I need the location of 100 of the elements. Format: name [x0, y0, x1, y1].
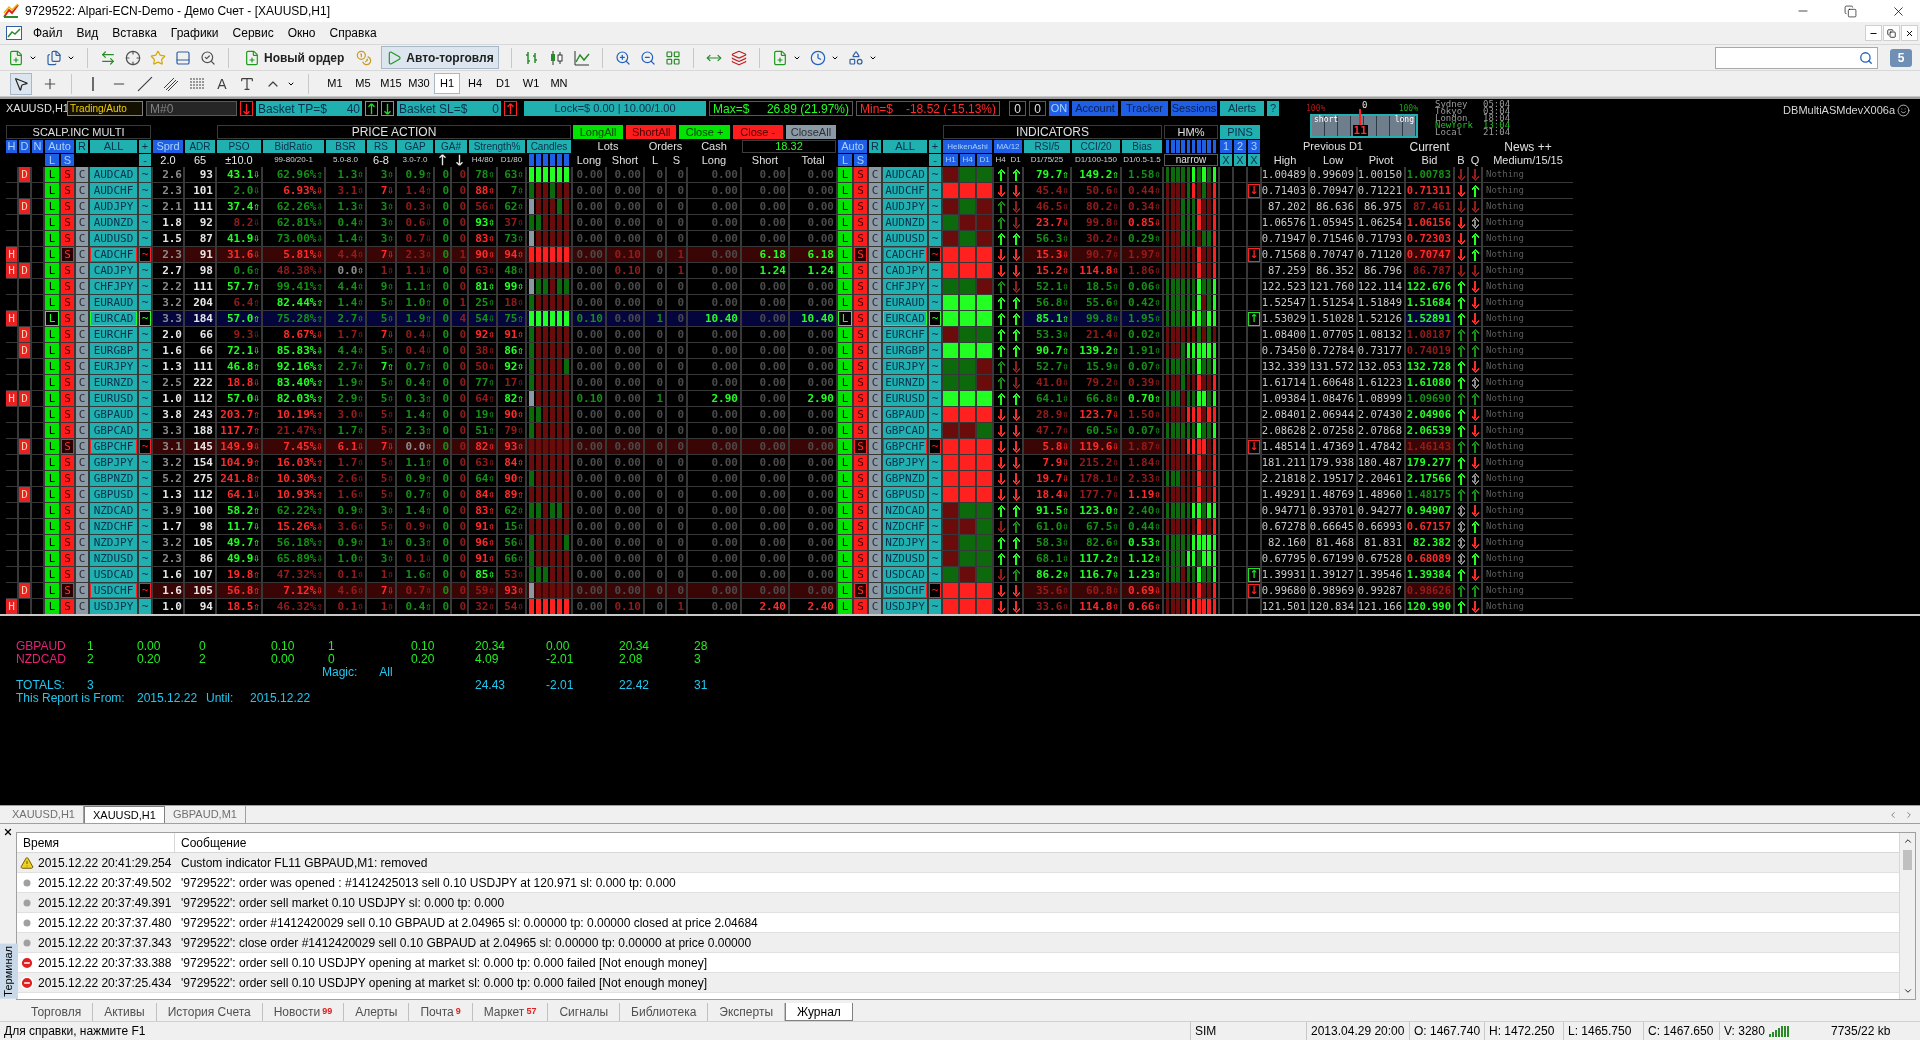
- sell-button[interactable]: S: [854, 215, 867, 230]
- symbol-button[interactable]: CADJPY: [90, 263, 137, 278]
- sell-button[interactable]: S: [61, 439, 74, 454]
- sell-button[interactable]: S: [61, 423, 74, 438]
- sell-button[interactable]: S: [61, 327, 74, 342]
- close-order-button[interactable]: C: [76, 455, 88, 470]
- sell-button[interactable]: S: [61, 263, 74, 278]
- chart-button[interactable]: ~: [139, 471, 151, 486]
- close-order-button[interactable]: C: [76, 295, 88, 310]
- sell-button[interactable]: S: [61, 359, 74, 374]
- chart-button[interactable]: ~: [139, 487, 151, 502]
- close-order-button[interactable]: C: [76, 391, 88, 406]
- chart-button[interactable]: ~: [139, 215, 151, 230]
- sell-button[interactable]: S: [61, 295, 74, 310]
- chart-button[interactable]: ~: [929, 199, 941, 214]
- symbol-button[interactable]: NZDJPY: [883, 535, 927, 550]
- buy-button[interactable]: L: [838, 295, 852, 310]
- close-order-button[interactable]: C: [869, 247, 881, 262]
- sell-button[interactable]: S: [61, 455, 74, 470]
- chart-button[interactable]: ~: [139, 407, 151, 422]
- panel-button[interactable]: Sessions: [1171, 101, 1217, 116]
- close-order-button[interactable]: C: [869, 199, 881, 214]
- buy-button[interactable]: L: [45, 215, 59, 230]
- close-order-button[interactable]: C: [869, 343, 881, 358]
- buy-button[interactable]: L: [45, 343, 59, 358]
- on-button[interactable]: ON: [1049, 101, 1069, 116]
- symbol-button[interactable]: EURUSD: [883, 391, 927, 406]
- close-order-button[interactable]: C: [869, 279, 881, 294]
- buy-button[interactable]: L: [838, 311, 852, 326]
- sell-button[interactable]: S: [854, 199, 867, 214]
- buy-button[interactable]: L: [45, 471, 59, 486]
- chart-button[interactable]: ~: [139, 295, 151, 310]
- line-chart-icon[interactable]: [573, 49, 590, 66]
- chart-button[interactable]: ~: [929, 471, 941, 486]
- symbol-button[interactable]: CADJPY: [883, 263, 927, 278]
- toggle-button[interactable]: S: [854, 154, 867, 166]
- buy-button[interactable]: L: [45, 519, 59, 534]
- sell-button[interactable]: S: [854, 535, 867, 550]
- chart-button[interactable]: ~: [929, 567, 941, 582]
- sell-button[interactable]: S: [61, 215, 74, 230]
- chart-button[interactable]: ~: [139, 519, 151, 534]
- sell-button[interactable]: S: [854, 407, 867, 422]
- symbol-button[interactable]: EURCAD: [883, 311, 927, 326]
- buy-button[interactable]: L: [838, 551, 852, 566]
- buy-button[interactable]: L: [838, 519, 852, 534]
- sell-button[interactable]: S: [61, 519, 74, 534]
- close-order-button[interactable]: C: [869, 599, 881, 614]
- close-all-button[interactable]: CloseAll: [785, 125, 836, 139]
- chart-button[interactable]: ~: [929, 343, 941, 358]
- close-order-button[interactable]: C: [869, 439, 881, 454]
- close-order-button[interactable]: C: [869, 551, 881, 566]
- symbol-button[interactable]: EURGBP: [90, 343, 137, 358]
- symbol-button[interactable]: NZDCHF: [883, 519, 927, 534]
- chart-button[interactable]: ~: [929, 391, 941, 406]
- buy-button[interactable]: L: [45, 423, 59, 438]
- symbol-button[interactable]: NZDUSD: [90, 551, 137, 566]
- symbol-button[interactable]: GBPCAD: [883, 423, 927, 438]
- symbol-button[interactable]: EURGBP: [883, 343, 927, 358]
- symbol-button[interactable]: GBPAUD: [883, 407, 927, 422]
- symbol-button[interactable]: GBPJPY: [883, 455, 927, 470]
- close-order-button[interactable]: C: [76, 551, 88, 566]
- close-order-button[interactable]: C: [76, 583, 88, 598]
- toggle-button[interactable]: D: [19, 140, 30, 153]
- chart-button[interactable]: ~: [139, 375, 151, 390]
- toggle-button[interactable]: 1: [1220, 140, 1232, 153]
- buy-button[interactable]: L: [45, 391, 59, 406]
- sell-button[interactable]: S: [854, 471, 867, 486]
- toggle-button[interactable]: N: [32, 140, 43, 153]
- symbol-button[interactable]: USDCAD: [90, 567, 137, 582]
- chart-button[interactable]: ~: [139, 167, 151, 182]
- symbol-button[interactable]: EURAUD: [883, 295, 927, 310]
- log-row[interactable]: 2015.12.22 20:37:25.434 '9729522': order sell 0.10 USDJPY opening at market sl: 0.000 tp: 0.000 failed [Not enough money]: [17, 973, 1899, 993]
- sell-button[interactable]: S: [854, 327, 867, 342]
- close-order-button[interactable]: C: [869, 183, 881, 198]
- close-order-button[interactable]: C: [76, 263, 88, 278]
- close-order-button[interactable]: C: [869, 359, 881, 374]
- chart-button[interactable]: ~: [929, 503, 941, 518]
- menu-item[interactable]: Окно: [280, 23, 323, 43]
- symbol-button[interactable]: AUDNZD: [90, 215, 137, 230]
- decrease-button[interactable]: [240, 101, 253, 116]
- symbol-button[interactable]: AUDJPY: [90, 199, 137, 214]
- chart-button[interactable]: ~: [929, 263, 941, 278]
- increase-button[interactable]: [365, 101, 378, 116]
- close-order-button[interactable]: C: [869, 583, 881, 598]
- close-order-button[interactable]: C: [76, 247, 88, 262]
- panel-button[interactable]: ?: [1267, 101, 1279, 116]
- symbol-button[interactable]: GBPJPY: [90, 455, 137, 470]
- buy-button[interactable]: L: [838, 231, 852, 246]
- chart-button[interactable]: ~: [929, 215, 941, 230]
- channel-icon[interactable]: [163, 75, 179, 92]
- sell-button[interactable]: S: [854, 487, 867, 502]
- sell-button[interactable]: S: [854, 455, 867, 470]
- sell-button[interactable]: S: [61, 311, 74, 326]
- close-order-button[interactable]: C: [869, 503, 881, 518]
- arrows-icon[interactable]: [100, 49, 116, 66]
- panel-button[interactable]: Alerts: [1220, 101, 1264, 116]
- symbol-button[interactable]: USDJPY: [90, 599, 137, 614]
- symbol-button[interactable]: AUDUSD: [90, 231, 137, 246]
- sell-button[interactable]: S: [854, 183, 867, 198]
- scroll-down-icon[interactable]: [1902, 986, 1913, 996]
